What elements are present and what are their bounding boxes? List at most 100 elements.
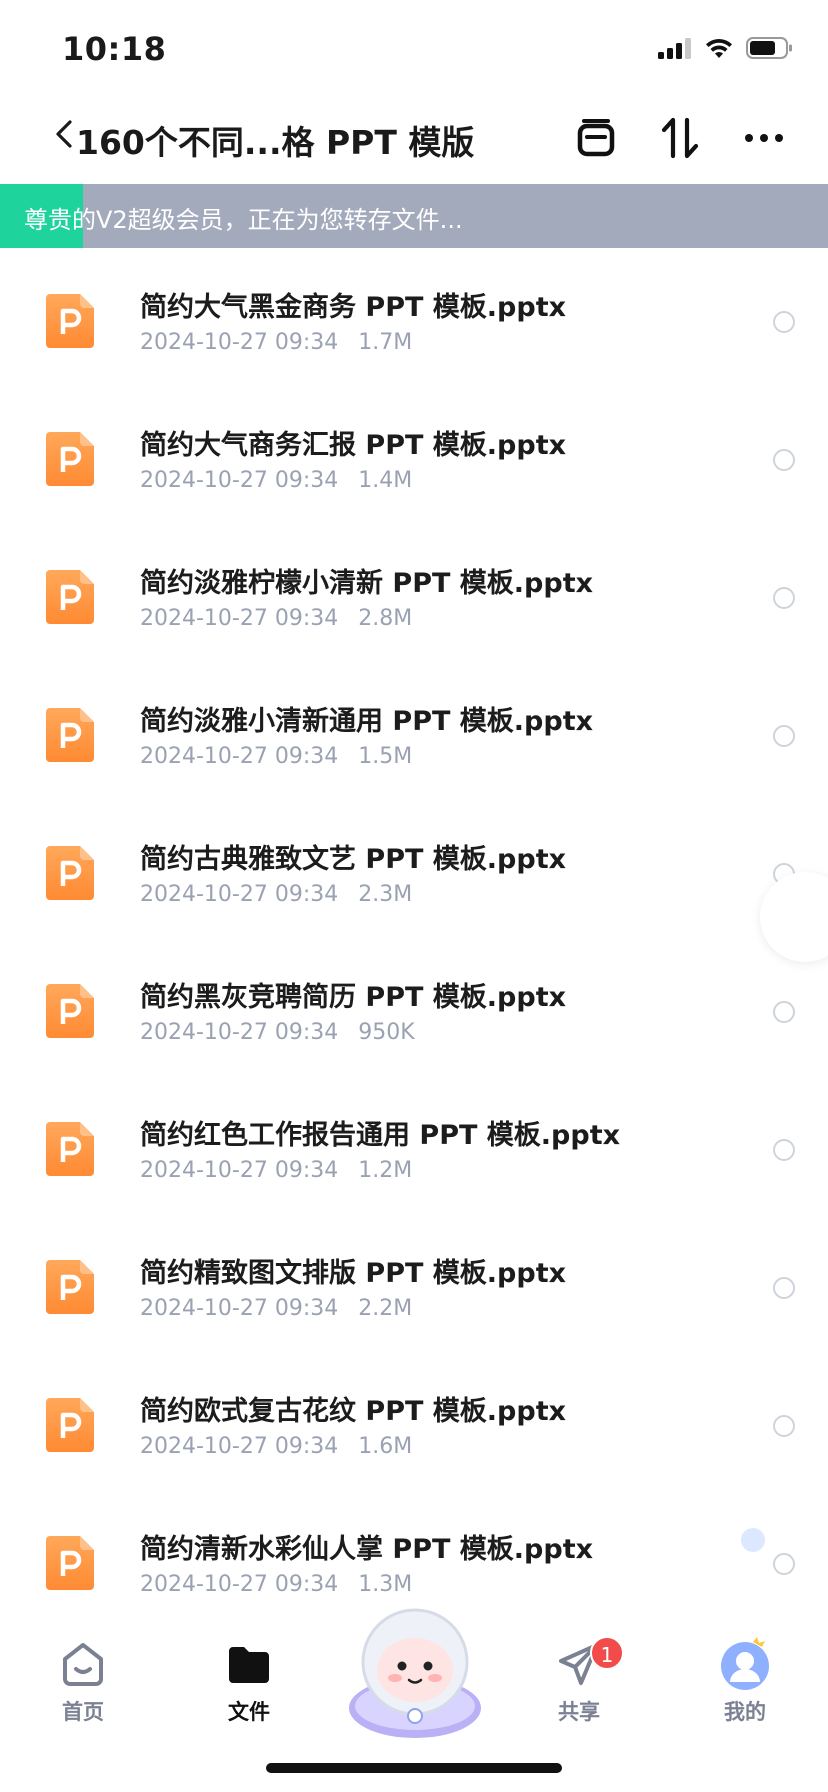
nav-header: 160个不同...格 PPT 模版 bbox=[0, 96, 828, 184]
file-meta: 2024-10-27 09:34 1.2M bbox=[140, 1158, 412, 1183]
file-size: 1.7M bbox=[358, 330, 413, 355]
file-name: 简约黑灰竞聘简历 PPT 模板.pptx bbox=[140, 982, 567, 1013]
ppt-file-icon bbox=[46, 1260, 94, 1314]
file-size: 1.6M bbox=[358, 1434, 413, 1459]
tab-files[interactable]: 文件 bbox=[194, 1636, 304, 1736]
select-checkbox[interactable] bbox=[773, 725, 795, 747]
file-row[interactable]: 简约黑灰竞聘简历 PPT 模板.pptx 2024-10-27 09:34 950K bbox=[0, 938, 828, 1076]
file-name: 简约精致图文排版 PPT 模板.pptx bbox=[140, 1258, 567, 1289]
file-meta: 2024-10-27 09:34 1.6M bbox=[140, 1434, 412, 1459]
file-meta: 2024-10-27 09:34 2.3M bbox=[140, 882, 412, 907]
notification-badge: 1 bbox=[590, 1636, 624, 1670]
sort-icon bbox=[661, 117, 699, 159]
file-name: 简约大气黑金商务 PPT 模板.pptx bbox=[140, 292, 567, 323]
file-name: 简约欧式复古花纹 PPT 模板.pptx bbox=[140, 1396, 567, 1427]
file-date: 2024-10-27 09:34 bbox=[140, 468, 339, 493]
signal-icon bbox=[658, 38, 691, 59]
file-row[interactable]: 简约大气黑金商务 PPT 模板.pptx 2024-10-27 09:34 1.7M bbox=[0, 248, 828, 386]
ppt-file-icon bbox=[46, 984, 94, 1038]
tab-share[interactable]: 共享 1 bbox=[524, 1636, 634, 1736]
file-name: 简约大气商务汇报 PPT 模板.pptx bbox=[140, 430, 567, 461]
file-size: 950K bbox=[358, 1020, 415, 1045]
clip-button[interactable] bbox=[568, 110, 624, 166]
file-size: 1.3M bbox=[358, 1572, 413, 1597]
file-date: 2024-10-27 09:34 bbox=[140, 1296, 339, 1321]
file-size: 1.2M bbox=[358, 1158, 413, 1183]
file-date: 2024-10-27 09:34 bbox=[140, 744, 339, 769]
file-row[interactable]: 简约精致图文排版 PPT 模板.pptx 2024-10-27 09:34 2.2M bbox=[0, 1214, 828, 1352]
tab-mine[interactable]: 我的 bbox=[690, 1636, 800, 1736]
transfer-banner: 尊贵的V2超级会员，正在为您转存文件... bbox=[0, 184, 828, 248]
select-checkbox[interactable] bbox=[773, 1277, 795, 1299]
file-meta: 2024-10-27 09:34 1.7M bbox=[140, 330, 412, 355]
select-checkbox[interactable] bbox=[773, 1415, 795, 1437]
select-checkbox[interactable] bbox=[773, 1553, 795, 1575]
banner-text: 尊贵的V2超级会员，正在为您转存文件... bbox=[24, 206, 463, 234]
file-meta: 2024-10-27 09:34 1.5M bbox=[140, 744, 412, 769]
ppt-file-icon bbox=[46, 1536, 94, 1590]
file-row[interactable]: 简约淡雅小清新通用 PPT 模板.pptx 2024-10-27 09:34 1.5… bbox=[0, 662, 828, 800]
wifi-icon bbox=[706, 38, 732, 58]
ppt-file-icon bbox=[46, 708, 94, 762]
file-size: 2.2M bbox=[358, 1296, 413, 1321]
file-name: 简约淡雅小清新通用 PPT 模板.pptx bbox=[140, 706, 594, 737]
status-icons bbox=[658, 36, 794, 60]
file-date: 2024-10-27 09:34 bbox=[140, 882, 339, 907]
file-size: 2.3M bbox=[358, 882, 413, 907]
file-name: 简约古典雅致文艺 PPT 模板.pptx bbox=[140, 844, 567, 875]
tab-share-label: 共享 bbox=[558, 1700, 600, 1724]
file-date: 2024-10-27 09:34 bbox=[140, 606, 339, 631]
more-button[interactable] bbox=[736, 110, 792, 166]
file-size: 2.8M bbox=[358, 606, 413, 631]
file-date: 2024-10-27 09:34 bbox=[140, 1158, 339, 1183]
file-date: 2024-10-27 09:34 bbox=[140, 1434, 339, 1459]
home-icon bbox=[63, 1643, 103, 1686]
file-row[interactable]: 简约欧式复古花纹 PPT 模板.pptx 2024-10-27 09:34 1.6M bbox=[0, 1352, 828, 1490]
avatar-icon bbox=[721, 1637, 769, 1690]
file-name: 简约清新水彩仙人掌 PPT 模板.pptx bbox=[140, 1534, 594, 1565]
tab-home[interactable]: 首页 bbox=[28, 1636, 138, 1736]
file-size: 1.4M bbox=[358, 468, 413, 493]
select-checkbox[interactable] bbox=[773, 587, 795, 609]
file-name: 简约淡雅柠檬小清新 PPT 模板.pptx bbox=[140, 568, 594, 599]
file-meta: 2024-10-27 09:34 1.3M bbox=[140, 1572, 412, 1597]
file-row[interactable]: 简约淡雅柠檬小清新 PPT 模板.pptx 2024-10-27 09:34 2.8… bbox=[0, 524, 828, 662]
floating-dot bbox=[741, 1528, 765, 1552]
folder-icon bbox=[229, 1647, 269, 1683]
more-icon bbox=[745, 134, 783, 142]
file-meta: 2024-10-27 09:34 1.4M bbox=[140, 468, 412, 493]
tab-files-label: 文件 bbox=[228, 1700, 270, 1724]
file-list: 简约大气黑金商务 PPT 模板.pptx 2024-10-27 09:34 1.7M… bbox=[0, 248, 828, 1628]
sort-button[interactable] bbox=[652, 110, 708, 166]
ppt-file-icon bbox=[46, 432, 94, 486]
file-row[interactable]: 简约古典雅致文艺 PPT 模板.pptx 2024-10-27 09:34 2.3M bbox=[0, 800, 828, 938]
tab-mine-label: 我的 bbox=[724, 1700, 766, 1724]
ppt-file-icon bbox=[46, 846, 94, 900]
file-size: 1.5M bbox=[358, 744, 413, 769]
page-title: 160个不同...格 PPT 模版 bbox=[76, 123, 475, 162]
mascot-icon bbox=[349, 1608, 481, 1738]
select-checkbox[interactable] bbox=[773, 449, 795, 471]
home-indicator bbox=[266, 1763, 562, 1773]
file-row[interactable]: 简约大气商务汇报 PPT 模板.pptx 2024-10-27 09:34 1.4M bbox=[0, 386, 828, 524]
select-checkbox[interactable] bbox=[773, 1001, 795, 1023]
ppt-file-icon bbox=[46, 294, 94, 348]
file-date: 2024-10-27 09:34 bbox=[140, 1572, 339, 1597]
file-row[interactable]: 简约红色工作报告通用 PPT 模板.pptx 2024-10-27 09:34 1.… bbox=[0, 1076, 828, 1214]
select-checkbox[interactable] bbox=[773, 311, 795, 333]
select-checkbox[interactable] bbox=[773, 1139, 795, 1161]
file-meta: 2024-10-27 09:34 2.8M bbox=[140, 606, 412, 631]
mascot-assistant[interactable] bbox=[340, 1600, 490, 1740]
tab-home-label: 首页 bbox=[62, 1700, 104, 1724]
file-name: 简约红色工作报告通用 PPT 模板.pptx bbox=[140, 1120, 621, 1151]
file-date: 2024-10-27 09:34 bbox=[140, 1020, 339, 1045]
status-bar: 10:18 bbox=[0, 0, 828, 96]
back-button[interactable] bbox=[52, 114, 76, 154]
clip-icon bbox=[577, 119, 615, 157]
status-time: 10:18 bbox=[62, 30, 167, 68]
ppt-file-icon bbox=[46, 1122, 94, 1176]
ppt-file-icon bbox=[46, 570, 94, 624]
file-date: 2024-10-27 09:34 bbox=[140, 330, 339, 355]
battery-icon bbox=[746, 37, 792, 59]
file-meta: 2024-10-27 09:34 2.2M bbox=[140, 1296, 412, 1321]
